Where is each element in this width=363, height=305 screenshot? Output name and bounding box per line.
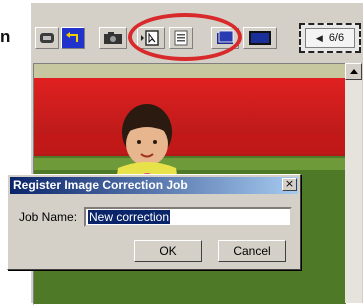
cancel-button[interactable]: Cancel bbox=[218, 240, 286, 262]
dialog-title: Register Image Correction Job bbox=[10, 177, 298, 194]
arrow-up-icon bbox=[349, 69, 358, 74]
job-name-field[interactable]: New correction bbox=[84, 207, 292, 227]
snapshot-button[interactable] bbox=[99, 27, 127, 49]
monitor-icon bbox=[249, 31, 271, 45]
dialog-close-button[interactable]: × bbox=[282, 178, 297, 191]
ok-button[interactable]: OK bbox=[134, 240, 202, 262]
frame-counter: ◀ 6/6 bbox=[299, 23, 361, 53]
job-name-label: Job Name: bbox=[19, 210, 78, 224]
screen-icon bbox=[40, 33, 54, 43]
previous-frame-icon[interactable]: ◀ bbox=[316, 33, 323, 44]
scroll-up-button[interactable] bbox=[345, 63, 362, 80]
undo-button[interactable] bbox=[61, 27, 85, 49]
frame-counter-display[interactable]: ◀ 6/6 bbox=[305, 28, 355, 48]
full-view-button[interactable] bbox=[243, 27, 277, 49]
frame-counter-value: 6/6 bbox=[328, 32, 345, 44]
toolbar: ◀ 6/6 bbox=[31, 3, 363, 61]
camera-icon bbox=[104, 32, 122, 44]
highlight-ring bbox=[128, 13, 242, 61]
vertical-scrollbar[interactable] bbox=[345, 63, 362, 303]
job-name-value: New correction bbox=[88, 210, 171, 224]
callout-label: n bbox=[0, 27, 11, 46]
undo-icon bbox=[66, 32, 78, 42]
register-correction-dialog: Register Image Correction Job × Job Name… bbox=[7, 174, 301, 270]
back-button[interactable] bbox=[35, 27, 59, 49]
